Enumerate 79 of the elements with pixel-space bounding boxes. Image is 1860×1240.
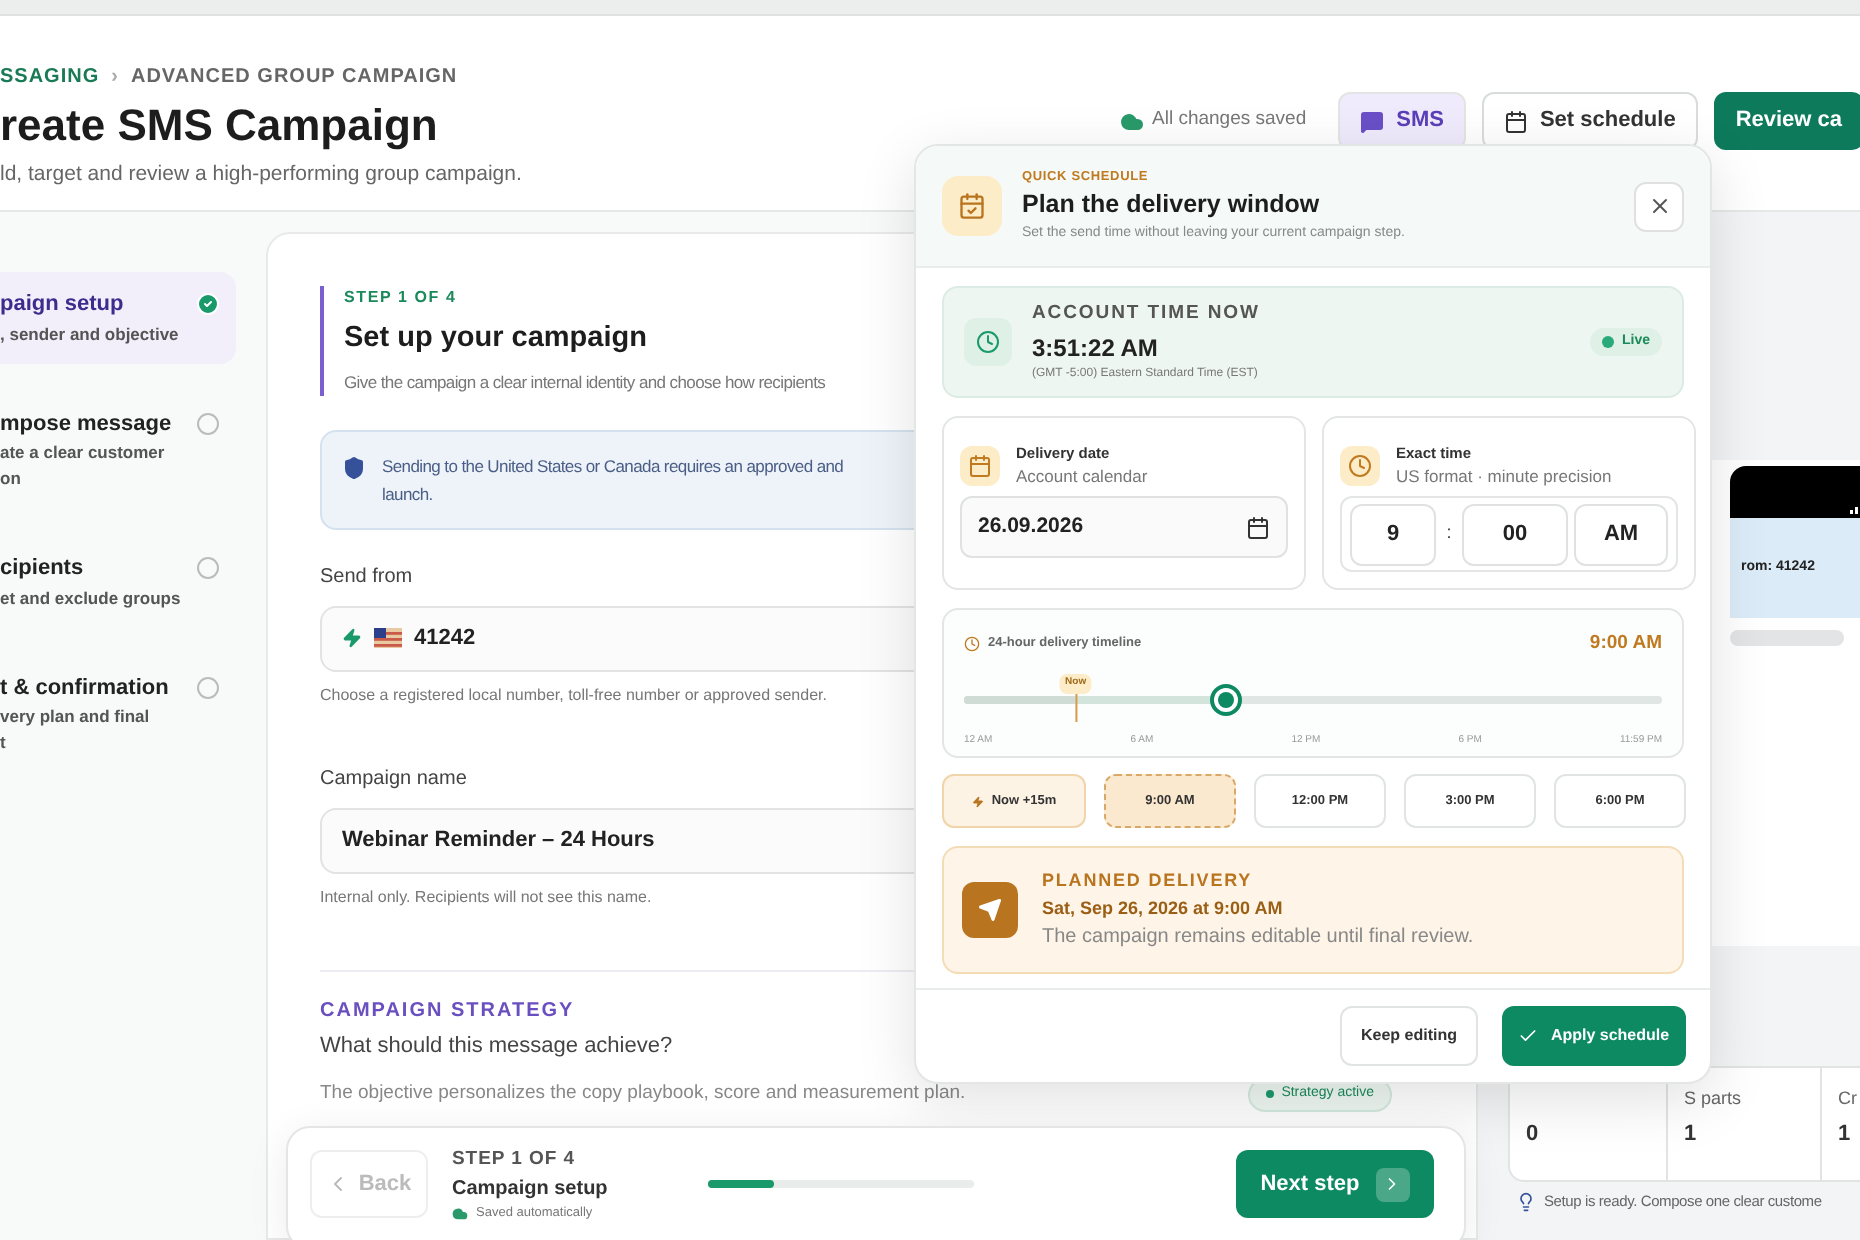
planned-heading: PLANNED DELIVERY (1042, 868, 1255, 894)
save-status: All changes saved (1152, 106, 1307, 135)
field-label: Send from (320, 563, 413, 591)
chat-icon (1360, 109, 1385, 133)
step-item[interactable]: paign setup , sender and objective (0, 272, 236, 363)
planned-time: Sat, Sep 26, 2026 at 9:00 AM (1042, 895, 1285, 922)
section-title: Set up your campaign (344, 320, 647, 358)
step-description: et and exclude groups (0, 585, 181, 611)
footer-step-name: Campaign setup (452, 1175, 608, 1204)
section-description: Give the campaign a clear internal identity and choose how recipients (344, 369, 826, 395)
schedule-button[interactable]: Set schedule (1481, 92, 1698, 150)
date-hint: Account calendar (1016, 464, 1148, 490)
bolt-icon (971, 793, 984, 809)
breadcrumb-link[interactable]: SSAGING (0, 62, 100, 92)
calendar-icon (1503, 109, 1528, 133)
strategy-question: What should this message achieve? (320, 1031, 673, 1061)
breadcrumb-separator: › (111, 64, 119, 92)
strategy-note: The objective personalizes the copy playbook, score and measurement plan. (320, 1080, 966, 1109)
channel-button[interactable]: SMS (1338, 92, 1466, 150)
next-step-button[interactable]: Next step (1236, 1150, 1434, 1218)
date-field[interactable]: 26.09.2026 (960, 496, 1288, 558)
field-help: Internal only. Recipients will not see this name. (320, 885, 652, 909)
page-subtitle: ld, target and review a high-performing group campaign. (0, 160, 522, 190)
calendar-check-icon (958, 192, 986, 220)
clock-icon (976, 330, 1000, 354)
clock-icon (964, 636, 980, 653)
step-eyebrow: STEP 1 OF 4 (344, 286, 457, 310)
breadcrumb-current: ADVANCED GROUP CAMPAIGN (130, 64, 458, 92)
step-title: cipients (0, 554, 86, 584)
cloud-icon (452, 1205, 468, 1222)
hour-field[interactable]: 9 (1350, 503, 1436, 565)
clock-icon (1348, 454, 1372, 478)
step-description: very plan and final (0, 704, 152, 730)
strategy-heading: CAMPAIGN STRATEGY (320, 997, 575, 1025)
popover-title: Plan the delivery window (1022, 188, 1322, 223)
apply-button[interactable]: Apply schedule (1502, 1006, 1686, 1066)
flag-icon (374, 628, 402, 648)
review-button[interactable]: Review ca (1713, 92, 1860, 150)
stat-value: 1 (1838, 1120, 1853, 1150)
step-description: on (0, 466, 23, 492)
step-description: , sender and objective (0, 321, 179, 347)
close-button[interactable] (1634, 181, 1684, 231)
step-description: t (0, 730, 8, 756)
account-time-label: ACCOUNT TIME NOW (1032, 300, 1262, 329)
notice-text: Sending to the United States or Canada requires an approved and launch. (382, 453, 844, 507)
shield-icon (342, 455, 366, 479)
placeholder-bar (1729, 630, 1843, 646)
step-title: t & confirmation (0, 673, 169, 703)
paper-plane-icon (978, 898, 1002, 922)
page-title: reate SMS Campaign (0, 98, 438, 154)
keep-editing-button[interactable]: Keep editing (1340, 1006, 1478, 1066)
step-item[interactable]: mpose message ate a clear customer on (0, 391, 236, 508)
step-item[interactable]: t & confirmation very plan and final t (0, 655, 236, 772)
close-icon (1647, 194, 1671, 218)
period-field[interactable]: AM (1574, 503, 1668, 565)
account-time: 3:51:22 AM (1032, 331, 1160, 366)
calendar-icon (1246, 515, 1270, 539)
cloud-icon (1120, 109, 1144, 133)
time-hint: US format · minute precision (1396, 464, 1612, 490)
stat-label: S parts (1684, 1086, 1742, 1110)
step-item[interactable]: cipients et and exclude groups (0, 536, 236, 627)
step-description: ate a clear customer (0, 440, 167, 466)
timeline-reading: 9:00 AM (1589, 630, 1662, 658)
planned-note: The campaign remains editable until final review. (1042, 924, 1474, 952)
slider-thumb[interactable] (1209, 684, 1242, 717)
footer-step: STEP 1 OF 4 (452, 1145, 576, 1174)
stat-value: 1 (1684, 1120, 1699, 1150)
lightbulb-icon (1516, 1191, 1536, 1212)
time-separator: : (1444, 520, 1454, 547)
field-help: Choose a registered local number, toll-free number or approved sender. (320, 683, 827, 707)
stat-label: Cr (1838, 1086, 1857, 1110)
bolt-icon (342, 628, 362, 648)
field-label: Campaign name (320, 765, 467, 793)
minute-field[interactable]: 00 (1462, 503, 1568, 565)
step-title: mpose message (0, 409, 172, 439)
step-title: paign setup (0, 290, 126, 320)
calendar-icon (968, 454, 992, 478)
stat-value: 0 (1526, 1120, 1541, 1150)
check-icon (1518, 1026, 1539, 1046)
